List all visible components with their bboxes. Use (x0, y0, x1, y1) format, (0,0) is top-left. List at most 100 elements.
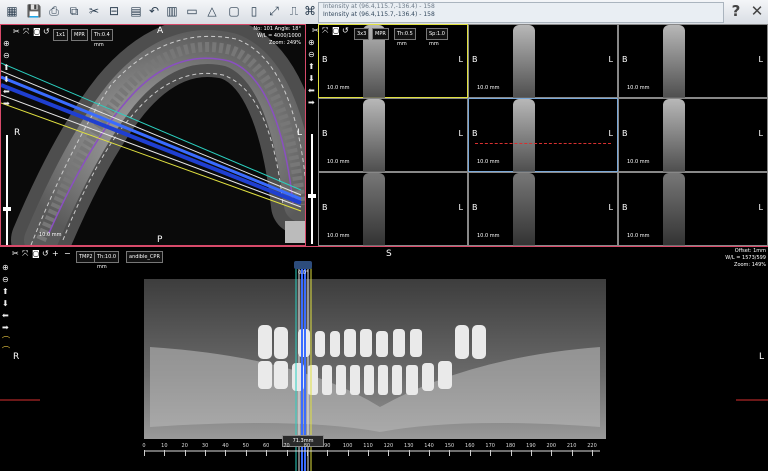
cross-layout-selector[interactable]: 3x3 (354, 28, 370, 40)
ruler-icon[interactable]: ⊟ (106, 3, 122, 19)
cross-section-cell[interactable]: B L 10.0 mm (468, 98, 618, 173)
arrow-up-icon[interactable]: ⬆ (3, 63, 10, 72)
fit-icon[interactable]: ⤧ (23, 27, 29, 36)
pano-tools-icon[interactable]: ✂ (12, 249, 19, 258)
ruler-tick-label: 120 (383, 443, 394, 449)
cross-fit-icon[interactable]: ⤧ (322, 26, 328, 35)
arch-down-icon[interactable]: ⌒ (2, 345, 10, 356)
cell-buccal-label: B (472, 203, 478, 212)
cross-arrow-down-icon[interactable]: ⬇ (308, 74, 315, 83)
help-button[interactable]: ? (727, 2, 745, 21)
cross-arrow-up-icon[interactable]: ⬆ (308, 62, 315, 71)
ruler-tick-label: 30 (201, 443, 209, 449)
undo-icon[interactable]: ↶ (146, 3, 162, 19)
panoramic-view-panel[interactable]: ✂ ⤧ ◙ ↺ + − TMP2 Th:10.0 mm andible_CPR … (0, 246, 768, 471)
cross-arrow-left-icon[interactable]: ⬅ (308, 86, 315, 95)
tooth-slice-image (663, 25, 685, 99)
cross-mode-selector[interactable]: MPR (372, 28, 389, 40)
copy-icon[interactable]: ▯ (246, 3, 262, 19)
pano-arrow-left-icon[interactable]: ⬅ (2, 311, 9, 320)
reset-icon[interactable]: ↺ (43, 27, 50, 36)
cell-lingual-label: L (608, 203, 613, 212)
cross-slider-track[interactable] (311, 134, 313, 244)
layout-icon[interactable]: ▥ (164, 3, 180, 19)
pano-curve-selector[interactable]: andible_CPR (126, 251, 163, 263)
pano-remove-icon[interactable]: − (64, 249, 71, 258)
tooth-slice-image (363, 173, 385, 246)
ruler-tick-label: 70 (283, 443, 290, 449)
cross-section-cell[interactable]: B L 10.0 mm (318, 172, 468, 246)
cross-thickness-selector[interactable]: Th:0.5 mm (394, 28, 416, 47)
cross-tools-icon[interactable]: ✂ (312, 26, 319, 35)
tooth-icon[interactable]: ⌘ (302, 3, 318, 19)
pano-slider-handle[interactable] (294, 261, 312, 269)
camera-icon[interactable]: ◙ (33, 27, 41, 36)
cross-section-cell[interactable]: B L 10.0 mm (468, 24, 618, 99)
pano-zoom-out-icon[interactable]: ⊖ (2, 275, 9, 284)
pano-fit-icon[interactable]: ⤧ (22, 249, 28, 258)
cross-camera-icon[interactable]: ◙ (332, 26, 340, 35)
pano-thickness-selector[interactable]: Th:10.0 mm (94, 251, 120, 270)
cross-zoom-in-icon[interactable]: ⊕ (308, 38, 315, 47)
ruler-tick-label: 110 (363, 443, 373, 449)
axial-zoom-info: Zoom: 249% (269, 40, 301, 46)
cross-slider-handle[interactable] (308, 194, 316, 198)
clipboard-icon[interactable]: ▢ (226, 3, 242, 19)
ruler-tick (144, 450, 145, 456)
cross-section-cell[interactable]: B L 10.0 mm (468, 172, 618, 246)
axial-view-panel[interactable]: ✂ ⤧ ◙ ↺ 1x1 MPR Th:0.4 mm No: 101 Angle:… (0, 24, 306, 246)
pano-reset-icon[interactable]: ↺ (42, 249, 49, 258)
cell-lingual-label: L (458, 55, 463, 64)
document-icon[interactable]: ▤ (128, 3, 144, 19)
ruler-tick (449, 450, 451, 456)
print-icon[interactable]: ⎙ (46, 3, 62, 19)
orientation-left: L (297, 128, 303, 138)
pano-wl-info: W/L = 1573/599 (725, 255, 766, 261)
cross-spacing-selector[interactable]: Sp:1.0 mm (426, 28, 448, 47)
ruler-tick (225, 450, 227, 456)
warning-icon[interactable]: △ (204, 3, 220, 19)
ruler-tick-label: 100 (342, 443, 353, 449)
implant-icon[interactable]: ⎍ (286, 3, 302, 19)
cell-scale-label: 10.0 mm (477, 85, 500, 91)
zoom-in-icon[interactable]: ⊕ (3, 39, 10, 48)
ruler-tick-label: 150 (444, 443, 455, 449)
arrow-right-icon[interactable]: ➡ (3, 99, 10, 108)
pano-ruler: 0 10 20 30 40 50 60 70 80 90 100 110 120 130 140 150 160… (0, 443, 768, 463)
cross-section-cell[interactable]: B L 10.0 mm (618, 98, 768, 173)
pano-zoom-in-icon[interactable]: ⊕ (2, 263, 9, 272)
preset-icon[interactable]: ▭ (184, 3, 200, 19)
ruler-tick (368, 450, 369, 456)
pano-arrow-right-icon[interactable]: ➡ (2, 323, 9, 332)
arrow-down-icon[interactable]: ⬇ (3, 75, 10, 84)
pano-arrow-up-icon[interactable]: ⬆ (2, 287, 9, 296)
tools-icon[interactable]: ✂ (13, 27, 20, 36)
dental-chart-icon[interactable]: ▦ (4, 3, 20, 19)
settings-icon[interactable]: ✂ (86, 3, 102, 19)
tooth-slice-image (513, 25, 535, 99)
capture-icon[interactable]: ⧉ (66, 3, 82, 19)
save-icon[interactable]: 💾 (26, 3, 42, 19)
ruler-tick (306, 450, 308, 456)
axial-slider-handle[interactable] (3, 207, 11, 211)
cross-section-cell[interactable]: B L 10.0 mm (318, 98, 468, 173)
intensity-info-bar: Intensity at (96.4,115.7,-136.4) - 158 I… (318, 2, 724, 23)
fullscreen-icon[interactable]: ⤢ (266, 3, 282, 19)
zoom-out-icon[interactable]: ⊖ (3, 51, 10, 60)
pano-preset-selector[interactable]: TMP2 (76, 251, 96, 263)
layout-selector[interactable]: 1x1 (53, 29, 69, 41)
mode-selector[interactable]: MPR (71, 29, 88, 41)
pano-camera-icon[interactable]: ◙ (32, 249, 40, 258)
thickness-selector[interactable]: Th:0.4 mm (91, 29, 113, 48)
arrow-left-icon[interactable]: ⬅ (3, 87, 10, 96)
cross-section-cell[interactable]: B L 10.0 mm (618, 24, 768, 99)
cross-reset-icon[interactable]: ↺ (342, 26, 349, 35)
axial-wl-info: W/L = 4000/1000 (257, 33, 301, 39)
cross-zoom-out-icon[interactable]: ⊖ (308, 50, 315, 59)
close-button[interactable]: ✕ (748, 2, 766, 21)
pano-arrow-down-icon[interactable]: ⬇ (2, 299, 9, 308)
pano-add-icon[interactable]: + (52, 249, 59, 258)
axial-slider-track[interactable] (6, 135, 8, 245)
cross-arrow-right-icon[interactable]: ➡ (308, 98, 315, 107)
cross-section-cell[interactable]: B L 10.0 mm (618, 172, 768, 246)
